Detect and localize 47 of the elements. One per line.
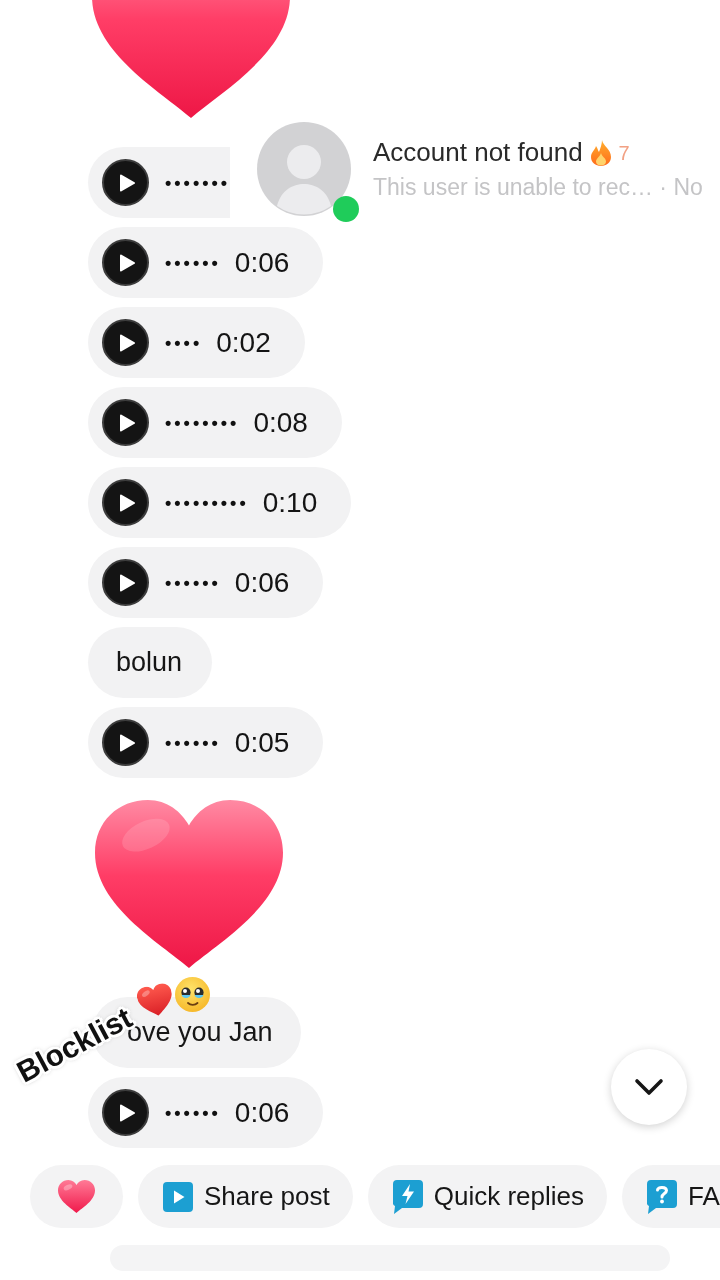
play-button[interactable] xyxy=(102,239,149,286)
action-chip[interactable]: FA xyxy=(622,1165,720,1228)
play-button[interactable] xyxy=(102,559,149,606)
play-icon xyxy=(119,1103,135,1122)
play-button[interactable] xyxy=(102,479,149,526)
play-icon xyxy=(119,173,135,192)
notification-title: Account not found xyxy=(373,136,583,169)
play-button[interactable] xyxy=(102,399,149,446)
play-icon xyxy=(119,333,135,352)
waveform-dots: ••••••• xyxy=(165,173,231,192)
play-square-icon xyxy=(163,1181,193,1212)
waveform-dots: •••• xyxy=(165,333,203,352)
waveform-dots: •••••• xyxy=(165,1103,221,1122)
play-button[interactable] xyxy=(102,719,149,766)
avatar-silhouette-icon xyxy=(257,122,351,216)
play-button[interactable] xyxy=(102,159,149,206)
notification-subtitle: This user is unable to rec… · No xyxy=(373,172,703,202)
play-icon xyxy=(119,493,135,512)
play-icon xyxy=(119,253,135,272)
voice-duration: 0:02 xyxy=(216,328,271,357)
action-chip[interactable]: Quick replies xyxy=(367,1165,608,1228)
fire-icon xyxy=(590,139,611,166)
lightning-bubble-icon xyxy=(392,1179,423,1214)
waveform-dots: •••••• xyxy=(165,573,221,592)
question-bubble-icon xyxy=(647,1179,678,1214)
teary-face-icon xyxy=(175,977,210,1012)
heart-icon xyxy=(58,1180,95,1213)
streak-count: 7 xyxy=(618,142,630,163)
waveform-dots: •••••••• xyxy=(165,413,240,432)
message-bubble: bolun xyxy=(88,627,213,698)
voice-duration: 0:06 xyxy=(234,568,290,597)
chevron-down-icon xyxy=(634,1078,664,1096)
voice-duration: 0:06 xyxy=(234,1098,290,1127)
play-icon xyxy=(119,733,135,752)
play-button[interactable] xyxy=(102,1089,149,1136)
action-chip[interactable]: Share post xyxy=(138,1165,353,1228)
play-button[interactable] xyxy=(102,319,149,366)
voice-duration: 0:10 xyxy=(262,488,318,517)
voice-duration: 0:06 xyxy=(234,248,290,277)
scroll-down-button[interactable] xyxy=(611,1049,687,1125)
voice-duration: 0:05 xyxy=(234,728,290,757)
waveform-dots: •••••• xyxy=(165,733,221,752)
waveform-dots: ••••••••• xyxy=(165,493,249,512)
play-icon xyxy=(119,573,135,592)
voice-duration: 0:08 xyxy=(253,408,308,437)
play-icon xyxy=(119,413,135,432)
waveform-dots: •••••• xyxy=(165,253,221,272)
